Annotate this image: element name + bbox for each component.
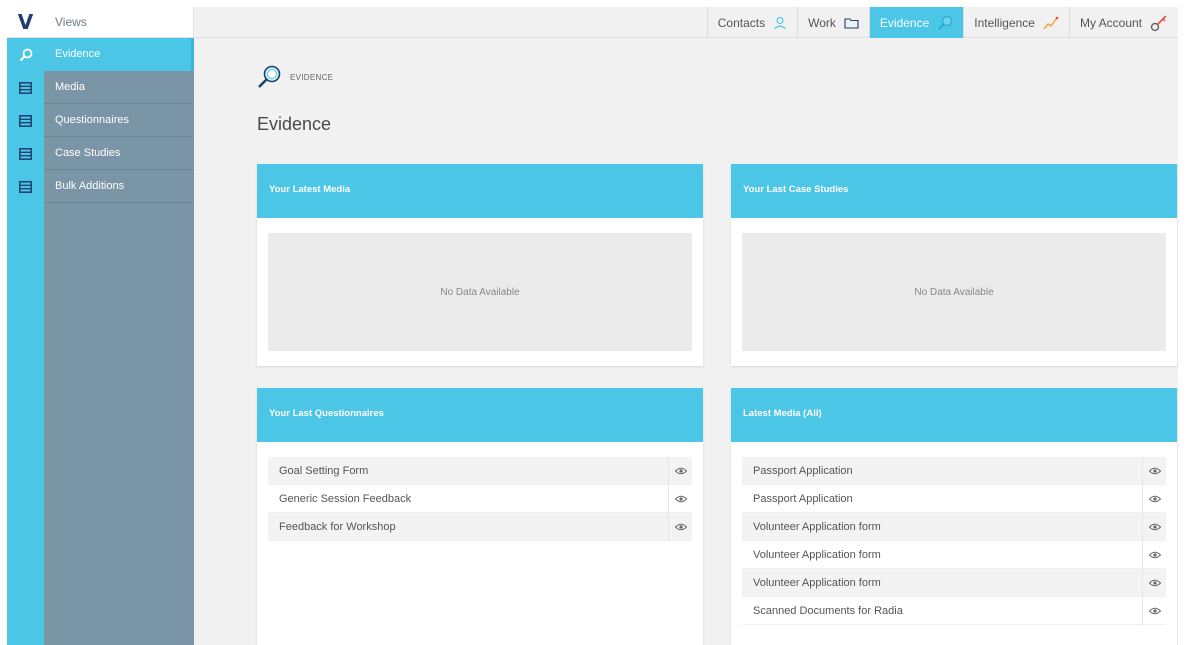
eye-icon	[674, 467, 687, 474]
sidebar-item-media[interactable]: Media	[44, 71, 194, 104]
list-item[interactable]: Volunteer Application form	[742, 512, 1166, 541]
icon-rail: V	[7, 7, 44, 645]
list-item[interactable]: Volunteer Application form	[742, 568, 1166, 597]
empty-state: No Data Available	[742, 233, 1166, 351]
eye-icon	[674, 523, 687, 530]
nav-evidence[interactable]: Evidence	[868, 7, 964, 38]
eye-icon	[1148, 607, 1161, 614]
media-list: Passport Application Passport Applicatio…	[742, 456, 1166, 625]
key-icon	[1150, 14, 1167, 31]
sidebar: Views Evidence Media Questionnaires Case…	[44, 7, 194, 645]
rail-item-questionnaires[interactable]	[7, 104, 44, 137]
sidebar-header: Views	[44, 7, 194, 38]
search-icon	[19, 48, 32, 61]
list-item-label: Volunteer Application form	[753, 548, 881, 561]
card-latest-media-all: Latest Media (All) Passport Application …	[731, 388, 1177, 645]
list-item[interactable]: Scanned Documents for Radia	[742, 596, 1166, 625]
list-item-label: Volunteer Application form	[753, 576, 881, 589]
nav-work[interactable]: Work	[797, 7, 869, 38]
nav-my-account-label: My Account	[1079, 15, 1142, 30]
search-icon	[938, 15, 953, 30]
card-title: Your Last Case Studies	[731, 164, 1177, 218]
list-item[interactable]: Passport Application	[742, 456, 1166, 485]
nav-intelligence-label: Intelligence	[974, 15, 1035, 30]
nav-contacts-label: Contacts	[717, 15, 766, 30]
eye-icon	[1148, 495, 1161, 502]
nav-evidence-label: Evidence	[879, 15, 930, 30]
eye-icon	[1148, 523, 1161, 530]
rail-item-media[interactable]	[7, 71, 44, 104]
card-title: Your Last Questionnaires	[257, 388, 703, 442]
questionnaire-list: Goal Setting Form Generic Session Feedba…	[268, 456, 692, 541]
list-item-label: Goal Setting Form	[279, 464, 369, 477]
list-icon	[19, 114, 32, 127]
rail-item-case-studies[interactable]	[7, 137, 44, 170]
nav-work-label: Work	[808, 15, 836, 30]
logo-text: V	[17, 10, 34, 34]
list-item-label: Generic Session Feedback	[279, 492, 412, 505]
eye-icon	[1148, 467, 1161, 474]
list-item-label: Feedback for Workshop	[279, 520, 396, 533]
sidebar-item-evidence[interactable]: Evidence	[44, 38, 194, 71]
chart-line-icon	[1043, 16, 1059, 29]
search-icon	[258, 65, 281, 88]
eye-icon	[674, 495, 687, 502]
nav-contacts[interactable]: Contacts	[706, 7, 797, 38]
list-item-label: Passport Application	[753, 492, 853, 505]
list-item[interactable]: Volunteer Application form	[742, 540, 1166, 569]
sidebar-item-bulk-additions[interactable]: Bulk Additions	[44, 170, 194, 203]
view-button[interactable]	[1142, 568, 1166, 597]
empty-state: No Data Available	[268, 233, 692, 351]
view-button[interactable]	[668, 484, 692, 513]
sidebar-item-case-studies[interactable]: Case Studies	[44, 137, 194, 170]
top-nav: Contacts Work Evidence Intelligence My A…	[706, 7, 1178, 38]
card-last-case-studies: Your Last Case Studies No Data Available	[731, 164, 1177, 366]
list-icon	[19, 147, 32, 160]
folder-icon	[844, 17, 859, 29]
page-title: Evidence	[257, 114, 332, 134]
list-item[interactable]: Generic Session Feedback	[268, 484, 692, 513]
list-icon	[19, 81, 32, 94]
list-item-label: Passport Application	[753, 464, 853, 477]
card-title: Your Latest Media	[257, 164, 703, 218]
top-bar: Contacts Work Evidence Intelligence My A…	[194, 7, 1178, 38]
view-button[interactable]	[1142, 540, 1166, 569]
card-latest-media: Your Latest Media No Data Available	[257, 164, 703, 366]
view-button[interactable]	[668, 456, 692, 485]
rail-item-bulk-additions[interactable]	[7, 170, 44, 203]
view-button[interactable]	[1142, 456, 1166, 485]
list-item[interactable]: Goal Setting Form	[268, 456, 692, 485]
list-item[interactable]: Passport Application	[742, 484, 1166, 513]
card-last-questionnaires: Your Last Questionnaires Goal Setting Fo…	[257, 388, 703, 645]
eye-icon	[1148, 579, 1161, 586]
view-button[interactable]	[1142, 596, 1166, 625]
breadcrumb: EVIDENCE	[256, 64, 333, 90]
view-button[interactable]	[1142, 512, 1166, 541]
view-button[interactable]	[668, 512, 692, 541]
card-title: Latest Media (All)	[731, 388, 1177, 442]
nav-my-account[interactable]: My Account	[1068, 7, 1178, 38]
sidebar-item-questionnaires[interactable]: Questionnaires	[44, 104, 194, 137]
nav-intelligence[interactable]: Intelligence	[963, 7, 1069, 38]
eye-icon	[1148, 551, 1161, 558]
list-item-label: Volunteer Application form	[753, 520, 881, 533]
list-item-label: Scanned Documents for Radia	[753, 604, 903, 617]
app-logo[interactable]: V	[7, 7, 44, 38]
main-content: EVIDENCE Evidence Your Latest Media No D…	[194, 38, 1178, 645]
view-button[interactable]	[1142, 484, 1166, 513]
rail-item-evidence[interactable]	[7, 38, 44, 71]
breadcrumb-label: EVIDENCE	[290, 72, 334, 82]
list-item[interactable]: Feedback for Workshop	[268, 512, 692, 541]
user-icon	[774, 16, 787, 29]
list-icon	[19, 180, 32, 193]
